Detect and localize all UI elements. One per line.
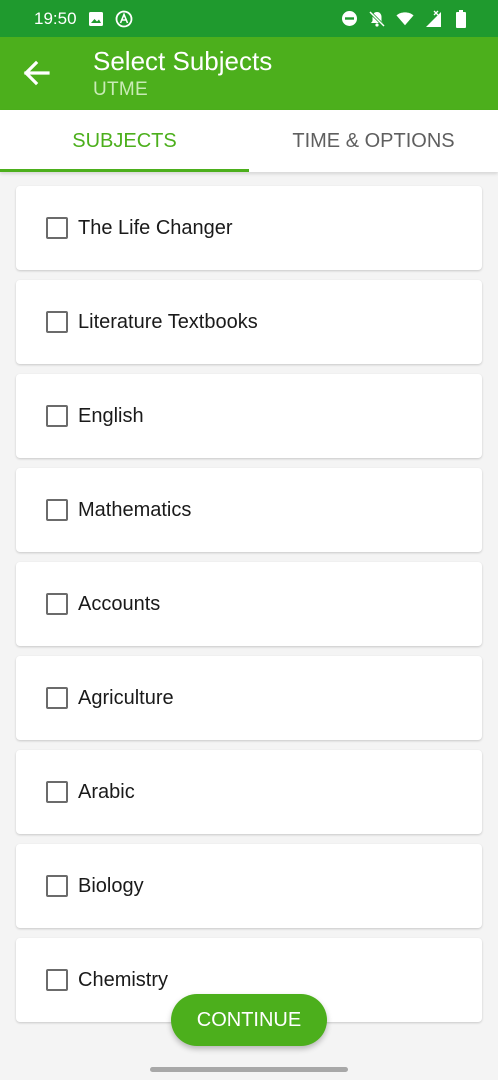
checkbox[interactable] <box>46 687 68 709</box>
a-circle-icon <box>115 10 133 28</box>
signal-icon <box>424 10 442 28</box>
checkbox[interactable] <box>46 593 68 615</box>
checkbox[interactable] <box>46 499 68 521</box>
checkbox[interactable] <box>46 217 68 239</box>
image-icon <box>87 10 105 28</box>
list-item[interactable]: English <box>16 374 482 458</box>
status-right <box>340 9 470 28</box>
list-item-label: Chemistry <box>78 968 169 991</box>
screen: 19:50 Select Subjects UTME SUBJECTS TIME… <box>0 0 498 1080</box>
tab-time-options[interactable]: TIME & OPTIONS <box>249 110 498 172</box>
page-title: Select Subjects <box>93 46 273 76</box>
app-bar: Select Subjects UTME <box>0 37 498 110</box>
list-item-label: English <box>78 404 144 427</box>
wifi-icon <box>396 10 414 28</box>
list-item-label: Biology <box>78 874 144 897</box>
list-item-label: Mathematics <box>78 498 192 521</box>
list-item-label: Arabic <box>78 780 135 803</box>
back-button[interactable] <box>14 51 58 95</box>
checkbox[interactable] <box>46 875 68 897</box>
tab-subjects[interactable]: SUBJECTS <box>0 110 249 172</box>
checkbox[interactable] <box>46 405 68 427</box>
list-item-label: The Life Changer <box>78 216 233 239</box>
tab-bar: SUBJECTS TIME & OPTIONS <box>0 110 498 172</box>
list-item[interactable]: Literature Textbooks <box>16 280 482 364</box>
list-item-label: Agriculture <box>78 686 174 709</box>
page-subtitle: UTME <box>93 79 149 100</box>
checkbox[interactable] <box>46 969 68 991</box>
gesture-nav-handle[interactable] <box>150 1067 348 1072</box>
bell-off-icon <box>368 10 386 28</box>
checkbox[interactable] <box>46 311 68 333</box>
dnd-icon <box>340 10 358 28</box>
list-item[interactable]: The Life Changer <box>16 186 482 270</box>
list-item[interactable]: Biology <box>16 844 482 928</box>
list-item-label: Accounts <box>78 592 161 615</box>
arrow-back-icon <box>23 60 50 86</box>
checkbox[interactable] <box>46 781 68 803</box>
list-item[interactable]: Agriculture <box>16 656 482 740</box>
battery-icon <box>452 9 470 28</box>
status-time: 19:50 <box>34 8 77 28</box>
status-left: 19:50 <box>34 9 133 29</box>
list-item[interactable]: Arabic <box>16 750 482 834</box>
list-item-label: Literature Textbooks <box>78 310 258 333</box>
continue-button[interactable]: CONTINUE <box>171 994 327 1046</box>
status-bar: 19:50 <box>0 0 498 37</box>
list-item[interactable]: Mathematics <box>16 468 482 552</box>
subject-list: The Life Changer Literature Textbooks En… <box>16 186 482 1032</box>
list-item[interactable]: Accounts <box>16 562 482 646</box>
